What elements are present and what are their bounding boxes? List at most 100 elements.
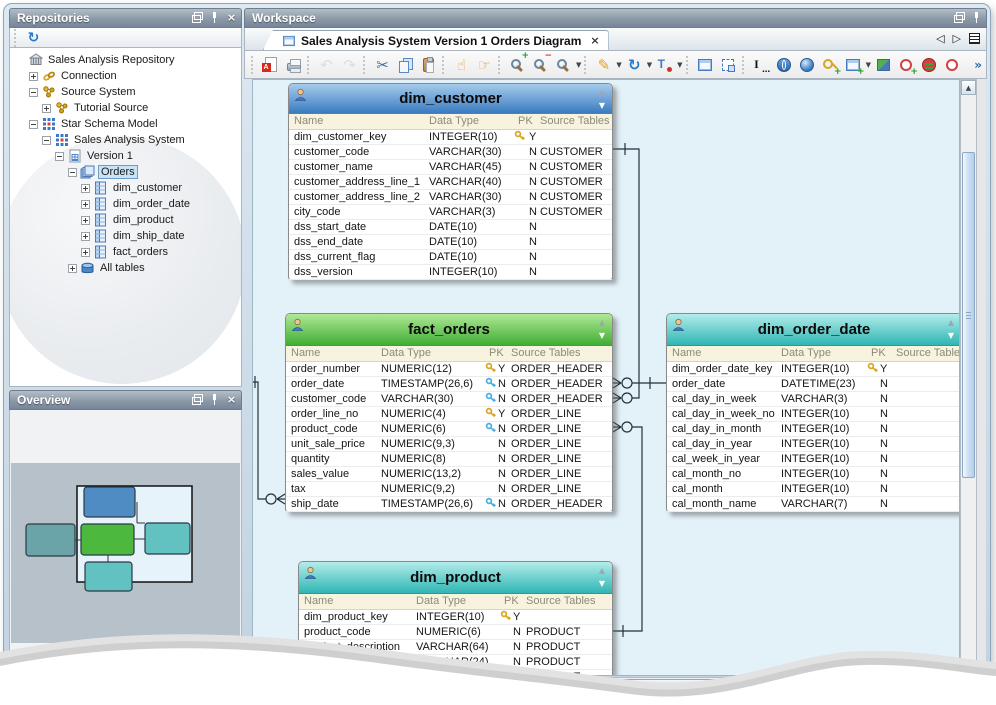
table-row-dim_order_date-cal-month-no[interactable]: cal_month_noINTEGER(10)N xyxy=(667,467,960,482)
table-row-fact_orders-order-line-no[interactable]: order_line_noNUMERIC(4)YORDER_LINE xyxy=(286,407,612,422)
minimap-box-dim-product[interactable] xyxy=(85,562,132,591)
horizontal-scrollbar[interactable] xyxy=(252,677,960,693)
table-row-dim_product-dim-product-key[interactable]: dim_product_keyINTEGER(10)Y xyxy=(299,610,612,625)
tree-item-orders[interactable]: Orders xyxy=(10,164,241,180)
expander-plus-icon[interactable] xyxy=(81,200,90,209)
table-row-dim_product-item[interactable]: VARCHAR(24)NPRODUCT xyxy=(299,670,612,676)
redo-icon[interactable]: ↷ xyxy=(338,53,361,76)
table-row-fact_orders-ship-date[interactable]: ship_dateTIMESTAMP(26,6)NORDER_HEADER xyxy=(286,497,612,512)
zoom-out-icon[interactable]: − xyxy=(529,53,552,76)
expander-plus-icon[interactable] xyxy=(81,232,90,241)
dropdown-caret-icon[interactable]: ▼ xyxy=(866,61,871,69)
minimap-box-dim-customer[interactable] xyxy=(84,487,135,517)
sphere-icon[interactable] xyxy=(796,53,819,76)
expander-plus-icon[interactable] xyxy=(81,184,90,193)
table-row-fact_orders-sales-value[interactable]: sales_valueNUMERIC(13,2)NORDER_LINE xyxy=(286,467,612,482)
table-row-dim_customer-customer-code[interactable]: customer_codeVARCHAR(30)NCUSTOMER xyxy=(289,145,612,160)
table-row-fact_orders-order-number[interactable]: order_numberNUMERIC(12)YORDER_HEADER xyxy=(286,362,612,377)
dropdown-caret-icon[interactable]: ▼ xyxy=(647,61,652,69)
collapse-down-icon[interactable]: ▼ xyxy=(945,329,957,342)
scroll-up-icon[interactable]: ▲ xyxy=(961,80,976,95)
close-icon[interactable]: × xyxy=(226,394,237,405)
undo-icon[interactable]: ↶ xyxy=(315,53,338,76)
tree-item-dim-customer[interactable]: dim_customer xyxy=(10,180,241,196)
add-table-icon[interactable]: + xyxy=(842,53,865,76)
paste-icon[interactable] xyxy=(417,53,440,76)
collapse-up-icon[interactable]: ▲ xyxy=(596,564,608,577)
prev-tab-icon[interactable]: ◁ xyxy=(936,32,944,45)
tree-item-tutorial-source[interactable]: Tutorial Source xyxy=(10,100,241,116)
table-row-dim_order_date-cal-day-in-year[interactable]: cal_day_in_yearINTEGER(10)N xyxy=(667,437,960,452)
expander-plus-icon[interactable] xyxy=(42,104,51,113)
pin-icon[interactable] xyxy=(209,394,220,405)
float-icon[interactable] xyxy=(192,394,203,405)
table-row-dim_customer-dss-end-date[interactable]: dss_end_dateDATE(10)N xyxy=(289,235,612,250)
expander-plus-icon[interactable] xyxy=(29,72,38,81)
tree-item-dim-order-date[interactable]: dim_order_date xyxy=(10,196,241,212)
tree-item-connection[interactable]: Connection xyxy=(10,68,241,84)
toolbar-grip[interactable] xyxy=(251,56,255,74)
zoom-in-icon[interactable]: + xyxy=(506,53,529,76)
toolbar-grip[interactable] xyxy=(584,56,588,74)
table-row-dim_order_date-dim-order-date-key[interactable]: dim_order_date_keyINTEGER(10)Y xyxy=(667,362,960,377)
expander-plus-icon[interactable] xyxy=(81,216,90,225)
table-row-dim_customer-city-code[interactable]: city_codeVARCHAR(3)NCUSTOMER xyxy=(289,205,612,220)
tree-item-version-1[interactable]: Version 1 xyxy=(10,148,241,164)
table-row-dim_customer-dim-customer-key[interactable]: dim_customer_keyINTEGER(10)Y xyxy=(289,130,612,145)
table-row-dim_customer-dss-version[interactable]: dss_versionINTEGER(10)N xyxy=(289,265,612,280)
collapse-up-icon[interactable]: ▲ xyxy=(945,316,957,329)
tab-list-icon[interactable] xyxy=(969,33,980,44)
collapse-down-icon[interactable]: ▼ xyxy=(596,329,608,342)
dropdown-caret-icon[interactable]: ▼ xyxy=(576,61,581,69)
table-row-dim_product-prod-line-code[interactable]: prod_line_codeVARCHAR(24)NPRODUCT xyxy=(299,655,612,670)
toolbar-overflow-icon[interactable]: » xyxy=(974,59,982,71)
table-row-dim_order_date-cal-day-in-week[interactable]: cal_day_in_weekVARCHAR(3)N xyxy=(667,392,960,407)
vertical-scrollbar[interactable]: ▲ ▼ xyxy=(960,79,977,676)
print-icon[interactable] xyxy=(282,53,305,76)
dropdown-caret-icon[interactable]: ▼ xyxy=(616,61,621,69)
table-row-dim_customer-customer-address-line-1[interactable]: customer_address_line_1VARCHAR(40)NCUSTO… xyxy=(289,175,612,190)
table-row-dim_product-product-description[interactable]: product_descriptionVARCHAR(64)NPRODUCT xyxy=(299,640,612,655)
expander-minus-icon[interactable] xyxy=(29,120,38,129)
table-row-dim_order_date-cal-month-name[interactable]: cal_month_nameVARCHAR(7)N xyxy=(667,497,960,512)
minimap[interactable] xyxy=(11,463,240,643)
zoom-tool-icon[interactable] xyxy=(552,53,575,76)
tree-item-fact-orders[interactable]: fact_orders xyxy=(10,244,241,260)
next-tab-icon[interactable]: ▷ xyxy=(953,32,961,45)
table-row-fact_orders-unit-sale-price[interactable]: unit_sale_priceNUMERIC(9,3)NORDER_LINE xyxy=(286,437,612,452)
close-tab-icon[interactable]: × xyxy=(590,35,599,46)
add-key-icon[interactable]: + xyxy=(819,53,842,76)
cut-icon[interactable]: ✂ xyxy=(371,53,394,76)
table-row-dim_customer-dss-start-date[interactable]: dss_start_dateDATE(10)N xyxy=(289,220,612,235)
vertical-scroll-thumb[interactable] xyxy=(962,152,975,478)
collapse-up-icon[interactable]: ▲ xyxy=(596,316,608,329)
horizontal-scroll-thumb[interactable] xyxy=(255,679,822,691)
entity-dim_customer[interactable]: dim_customer▲▼NameData TypePKSource Tabl… xyxy=(288,83,613,280)
table-row-dim_customer-dss-current-flag[interactable]: dss_current_flagDATE(10)N xyxy=(289,250,612,265)
pan-hand-icon[interactable]: ☝ xyxy=(450,53,473,76)
block-circle-icon[interactable] xyxy=(918,53,941,76)
table-row-fact_orders-customer-code[interactable]: customer_codeVARCHAR(30)NORDER_HEADER xyxy=(286,392,612,407)
venn-icon[interactable] xyxy=(773,53,796,76)
tree-item-sales-analysis-system[interactable]: Sales Analysis System xyxy=(10,132,241,148)
tree-item-all-tables[interactable]: All tables xyxy=(10,260,241,276)
table-row-dim_order_date-cal-day-in-week-no[interactable]: cal_day_in_week_noINTEGER(10)N xyxy=(667,407,960,422)
entity-dim_order_date[interactable]: dim_order_date▲▼NameData TypePKSource Ta… xyxy=(666,313,960,512)
minimap-box-dim-ship-date[interactable] xyxy=(26,524,75,556)
table-row-fact_orders-tax[interactable]: taxNUMERIC(9,2)NORDER_LINE xyxy=(286,482,612,497)
tree-item-star-schema-model[interactable]: Star Schema Model xyxy=(10,116,241,132)
entity-dim_product[interactable]: dim_product▲▼NameData TypePKSource Table… xyxy=(298,561,613,676)
diagram-canvas[interactable]: dim_customer▲▼NameData TypePKSource Tabl… xyxy=(252,79,960,676)
refresh-icon[interactable]: ↻ xyxy=(22,26,45,49)
text-style-icon[interactable]: I xyxy=(750,53,773,76)
minimap-box-dim-order-date[interactable] xyxy=(145,523,190,554)
toolbar-grip[interactable] xyxy=(307,56,311,74)
float-icon[interactable] xyxy=(954,12,965,23)
collapse-down-icon[interactable]: ▼ xyxy=(596,99,608,112)
collapse-down-icon[interactable]: ▼ xyxy=(596,577,608,590)
table-row-fact_orders-quantity[interactable]: quantityNUMERIC(8)NORDER_LINE xyxy=(286,452,612,467)
export-pdf-icon[interactable] xyxy=(259,53,282,76)
table-row-fact_orders-product-code[interactable]: product_codeNUMERIC(6)NORDER_LINE xyxy=(286,422,612,437)
table-row-dim_order_date-order-date[interactable]: order_dateDATETIME(23)N xyxy=(667,377,960,392)
table-row-dim_customer-customer-name[interactable]: customer_nameVARCHAR(45)NCUSTOMER xyxy=(289,160,612,175)
